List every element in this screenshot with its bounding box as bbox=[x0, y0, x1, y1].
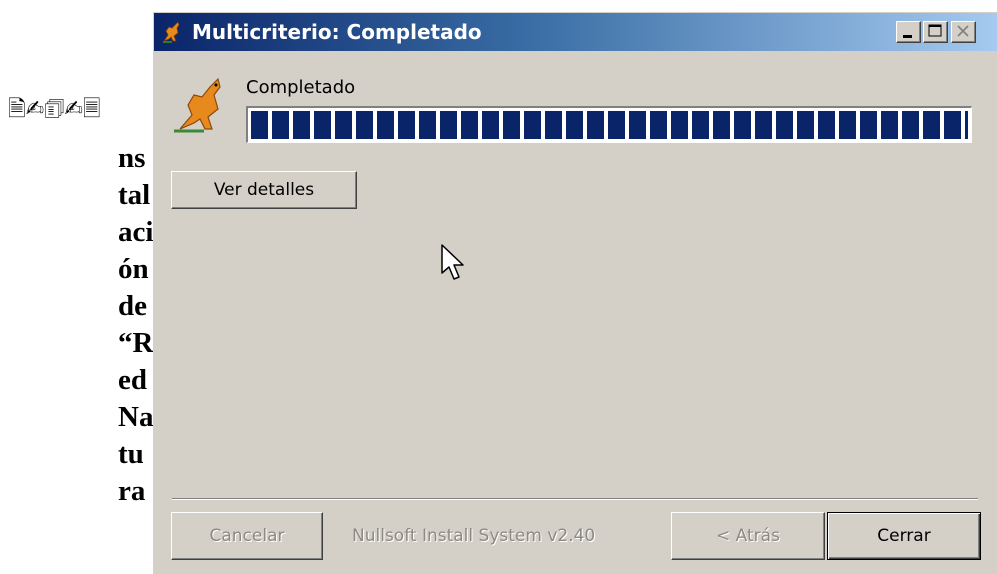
progress-bar-fill bbox=[251, 111, 968, 139]
cancel-button[interactable]: Cancelar bbox=[171, 512, 323, 560]
installer-window: Multicriterio: Completado Completado Ver… bbox=[153, 12, 997, 574]
kangaroo-icon bbox=[162, 21, 180, 43]
document-wingdings-glyphs: 🗎✍🗊✍🗏 bbox=[8, 97, 101, 122]
branding-text: Nullsoft Install System v2.40 bbox=[352, 526, 596, 546]
window-title: Multicriterio: Completado bbox=[192, 20, 482, 44]
title-bar[interactable]: Multicriterio: Completado bbox=[154, 13, 997, 51]
mouse-cursor-icon bbox=[441, 244, 464, 280]
back-button[interactable]: < Atrás bbox=[671, 512, 825, 560]
progress-status-label: Completado bbox=[246, 77, 356, 98]
close-window-button[interactable] bbox=[951, 21, 976, 43]
close-button[interactable]: Cerrar bbox=[827, 512, 981, 560]
maximize-icon bbox=[928, 24, 942, 37]
minimize-button[interactable] bbox=[896, 21, 921, 43]
show-details-button[interactable]: Ver detalles bbox=[171, 171, 357, 209]
minimize-icon bbox=[903, 35, 912, 38]
kangaroo-logo-icon bbox=[174, 77, 221, 133]
footer-separator bbox=[172, 498, 978, 500]
progress-bar bbox=[246, 106, 972, 143]
maximize-button[interactable] bbox=[923, 21, 948, 43]
close-icon bbox=[957, 25, 969, 37]
